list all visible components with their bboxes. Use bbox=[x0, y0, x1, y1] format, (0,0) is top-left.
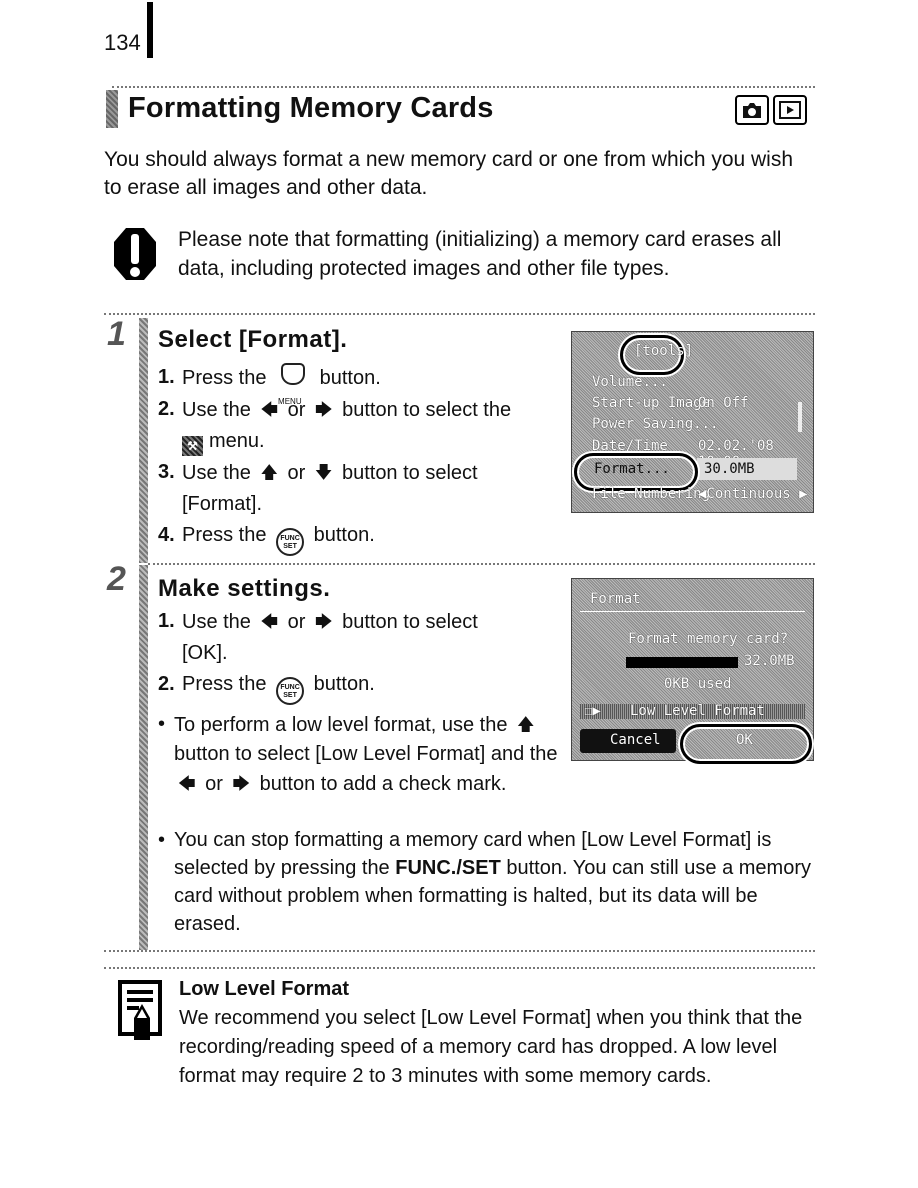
dialog-question: Format memory card? bbox=[628, 631, 789, 647]
right-arrow-icon: 🡆 bbox=[232, 774, 251, 793]
right-arrow-icon: 🡆 bbox=[314, 612, 333, 631]
right-arrow-icon: 🡆 bbox=[314, 400, 333, 419]
step-number-2: 2 bbox=[107, 560, 126, 598]
note-text: We recommend you select [Low Level Forma… bbox=[179, 1007, 803, 1087]
card-capacity: 32.0MB bbox=[744, 653, 795, 669]
step-1-item-4: 4. Press the FUNC SET button. bbox=[158, 520, 568, 556]
menu-row-value: ◀Continuous ▶ bbox=[698, 486, 808, 502]
camera-screen-settings-menu: [tools] Volume... Start-up Image On Off … bbox=[571, 331, 814, 513]
title-marker bbox=[106, 90, 118, 128]
step-1-item-1: 1. Press the MENU button. bbox=[158, 362, 568, 406]
step-2-item-2: 2. Press the FUNC SET button. bbox=[158, 669, 568, 705]
scrollbar bbox=[798, 402, 802, 432]
up-arrow-icon: 🡅 bbox=[517, 715, 535, 734]
step-2-bullet-2: You can stop formatting a memory card wh… bbox=[158, 826, 818, 938]
title-rule bbox=[112, 86, 815, 88]
tools-tab-icon: ⚒ bbox=[182, 436, 203, 456]
camera-screen-format-dialog: Format Format memory card? 32.0MB 0KB us… bbox=[571, 578, 814, 764]
camera-mode-icon bbox=[735, 95, 769, 125]
card-capacity: 30.0MB bbox=[704, 461, 755, 477]
memo-icon bbox=[118, 980, 164, 1042]
func-set-button-icon: FUNC SET bbox=[276, 528, 305, 556]
step-1-bar bbox=[139, 318, 148, 563]
step-1-instructions: 1. Press the MENU button. 2. Use the 🡄 o… bbox=[158, 362, 568, 556]
menu-button-icon: MENU bbox=[276, 362, 310, 406]
menu-row-value: On Off bbox=[698, 395, 749, 411]
caution-icon bbox=[112, 226, 158, 282]
page-title: Formatting Memory Cards bbox=[128, 92, 494, 124]
section-divider bbox=[104, 313, 815, 315]
dialog-title-rule bbox=[580, 611, 805, 612]
step-1-item-2: 2. Use the 🡄 or 🡆 button to select the ⚒… bbox=[158, 394, 568, 457]
step-1-item-3: 3. Use the 🡅 or 🡇 button to select [Form… bbox=[158, 457, 568, 520]
dialog-title: Format bbox=[590, 591, 641, 607]
left-arrow-icon: 🡄 bbox=[260, 612, 279, 631]
playback-mode-icon bbox=[773, 95, 807, 125]
note-title: Low Level Format bbox=[179, 978, 350, 1000]
section-divider bbox=[104, 950, 815, 952]
cancel-button-label: Cancel bbox=[610, 732, 661, 748]
step-1-title: Select [Format]. bbox=[158, 326, 348, 353]
down-arrow-icon: 🡇 bbox=[314, 463, 333, 482]
step-2-bar bbox=[139, 565, 148, 950]
used-space: 0KB used bbox=[664, 676, 732, 692]
step-number-1: 1 bbox=[107, 315, 126, 353]
ok-button-label: OK bbox=[736, 732, 753, 748]
tools-tab-label: [tools] bbox=[634, 343, 694, 359]
up-arrow-icon: 🡅 bbox=[260, 463, 278, 482]
checkbox-icon[interactable]: ☐▶ bbox=[584, 703, 601, 719]
left-arrow-icon: 🡄 bbox=[178, 774, 196, 793]
menu-row-label: Volume... bbox=[592, 374, 668, 390]
page-number: 134 bbox=[104, 30, 141, 55]
step-divider bbox=[148, 563, 815, 565]
step-2-item-1: 1. Use the 🡄 or 🡆 button to select [OK]. bbox=[158, 606, 568, 669]
caution-text: Please note that formatting (initializin… bbox=[178, 228, 782, 280]
menu-row-label: File Numbering bbox=[592, 486, 711, 502]
func-set-button-icon: FUNC SET bbox=[276, 677, 305, 705]
intro-text: You should always format a new memory ca… bbox=[104, 148, 794, 199]
card-usage-bar bbox=[626, 657, 738, 668]
left-arrow-icon: 🡄 bbox=[260, 400, 279, 419]
step-2-instructions: 1. Use the 🡄 or 🡆 button to select [OK].… bbox=[158, 606, 568, 705]
step-2-title: Make settings. bbox=[158, 575, 331, 602]
step-2-bullet-1: To perform a low level format, use the 🡅… bbox=[158, 710, 558, 799]
menu-row-label: Power Saving... bbox=[592, 416, 719, 432]
page-number-divider bbox=[147, 2, 153, 58]
menu-row-label: Date/Time bbox=[592, 438, 668, 454]
note-divider bbox=[104, 967, 815, 969]
low-level-format-label: Low Level Format bbox=[630, 703, 765, 719]
menu-row-label: Start-up Image bbox=[592, 395, 711, 411]
